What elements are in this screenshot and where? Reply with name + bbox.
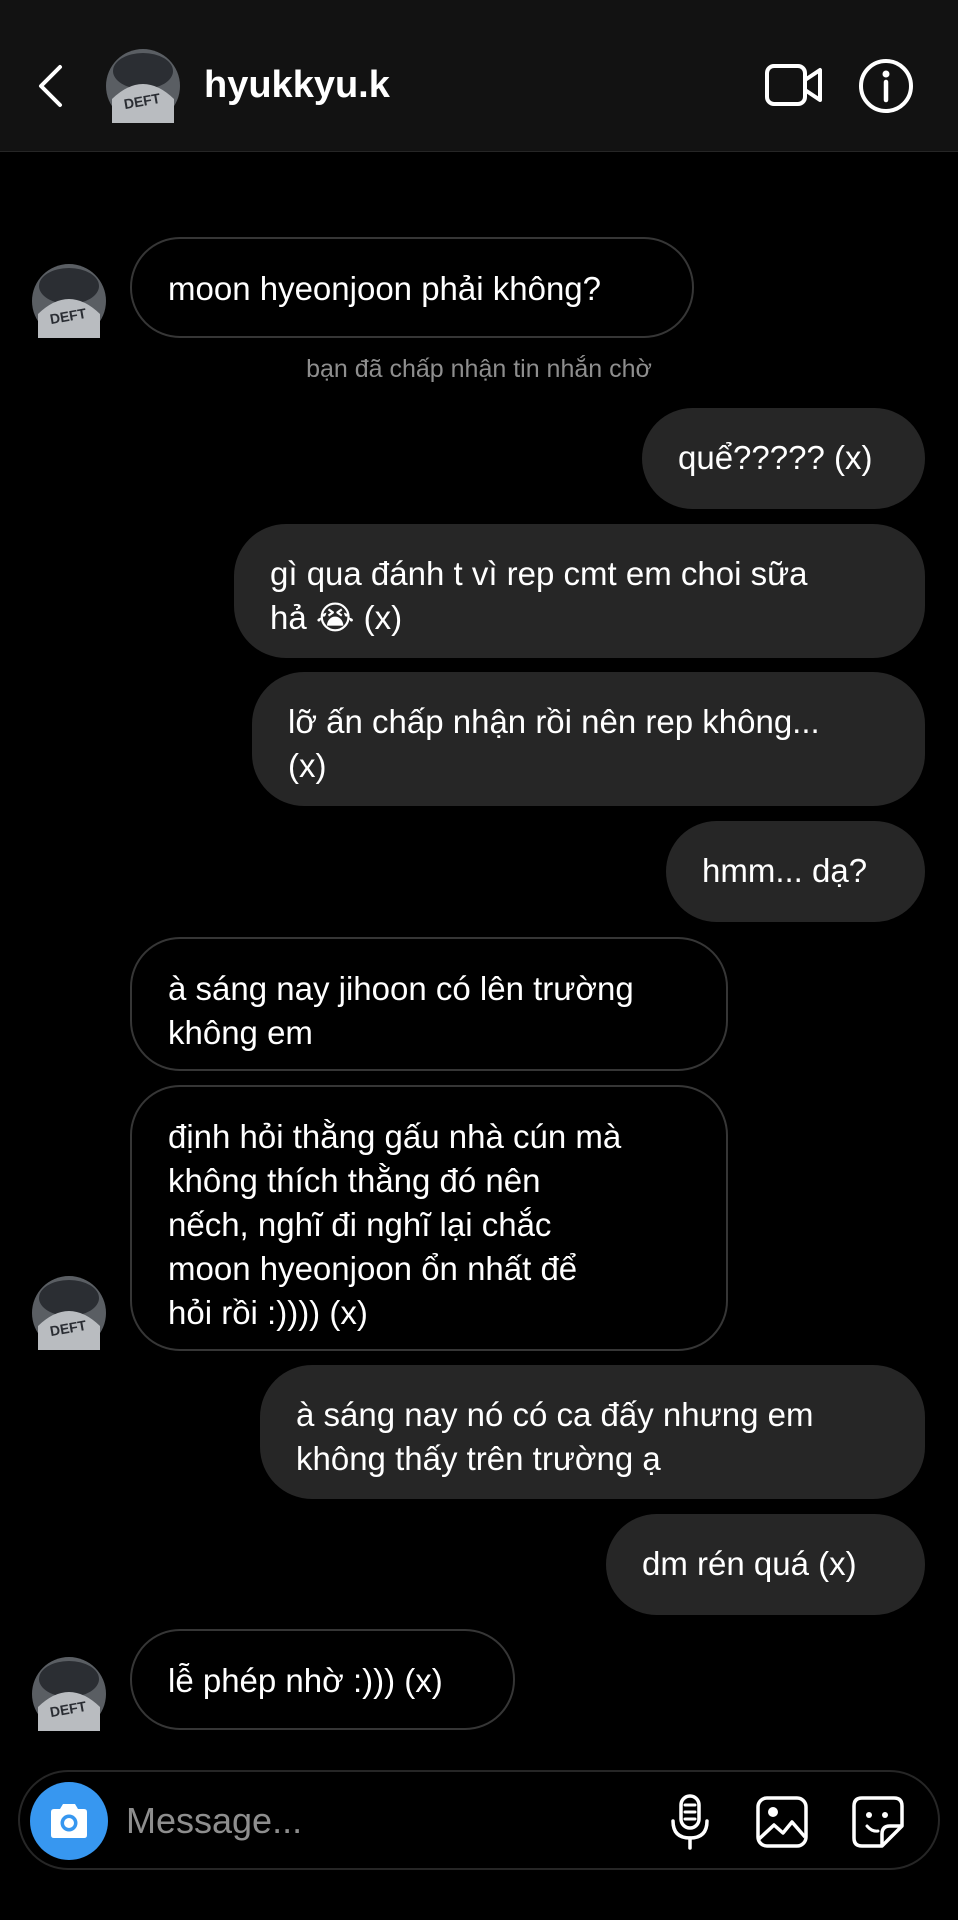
camera-icon	[51, 1804, 87, 1838]
back-button[interactable]	[30, 58, 70, 114]
microphone-icon	[671, 1794, 709, 1850]
video-camera-icon	[765, 64, 822, 106]
camera-button[interactable]	[30, 1782, 108, 1860]
chat-header: DEFT hyukkyu.k	[0, 0, 958, 152]
message-request-accepted-note: bạn đã chấp nhận tin nhắn chờ	[306, 355, 652, 383]
message-bubble-outgoing[interactable]: dm rén quá (x)	[606, 1514, 925, 1615]
chevron-left-icon	[39, 65, 62, 107]
info-icon	[859, 59, 913, 113]
message-bubble-incoming[interactable]: lễ phép nhờ :))) (x)	[130, 1629, 515, 1730]
message-bubble-incoming[interactable]: à sáng nay jihoon có lên trường không em	[130, 937, 728, 1071]
message-bubble-outgoing[interactable]: gì qua đánh t vì rep cmt em choi sữa hả …	[234, 524, 925, 658]
image-icon	[756, 1796, 808, 1848]
message-bubble-incoming[interactable]: moon hyeonjoon phải không?	[130, 237, 694, 338]
avatar: DEFT	[32, 264, 106, 338]
sticker-icon	[852, 1796, 904, 1848]
message-bubble-outgoing[interactable]: à sáng nay nó có ca đấy nhưng em không t…	[260, 1365, 925, 1499]
video-call-button[interactable]	[764, 60, 824, 110]
info-button[interactable]	[858, 58, 914, 114]
avatar: DEFT	[32, 1276, 106, 1350]
microphone-button[interactable]	[660, 1792, 720, 1852]
sticker-button[interactable]	[848, 1792, 908, 1852]
chat-username[interactable]: hyukkyu.k	[204, 60, 390, 110]
message-bubble-outgoing[interactable]: lỡ ấn chấp nhận rồi nên rep không... (x)	[252, 672, 925, 806]
message-composer	[18, 1770, 940, 1870]
message-input[interactable]	[126, 1794, 546, 1848]
message-bubble-incoming[interactable]: định hỏi thằng gấu nhà cún mà không thíc…	[130, 1085, 728, 1351]
avatar: DEFT	[32, 1657, 106, 1731]
message-bubble-outgoing[interactable]: quể????? (x)	[642, 408, 925, 509]
avatar[interactable]: DEFT	[106, 49, 180, 123]
message-bubble-outgoing[interactable]: hmm... dạ?	[666, 821, 925, 922]
gallery-button[interactable]	[752, 1792, 812, 1852]
